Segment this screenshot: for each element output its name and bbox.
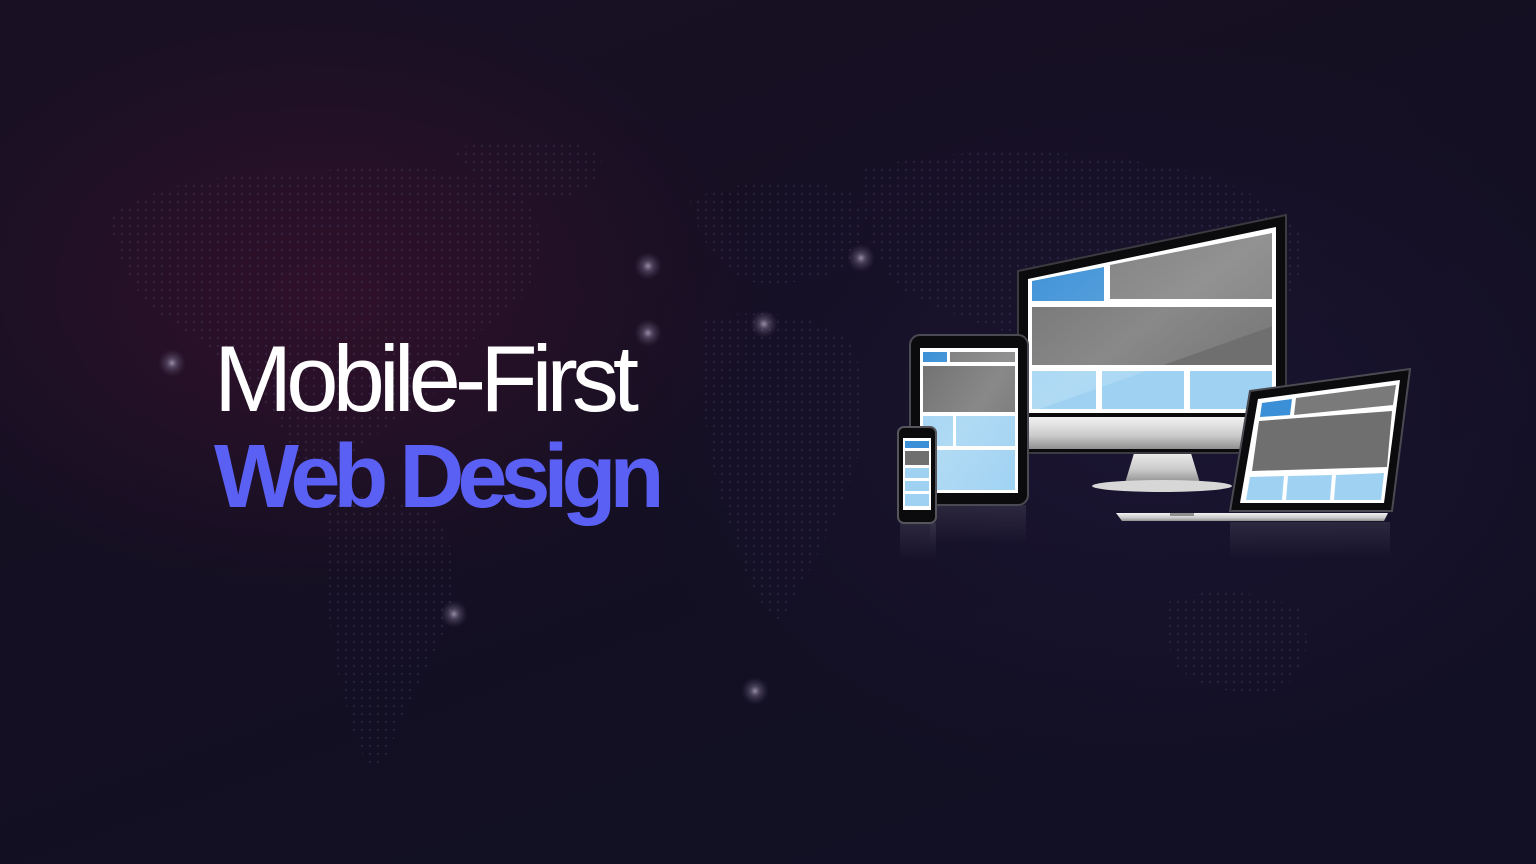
smartphone: [897, 426, 937, 524]
headline-line-1: Mobile-First: [214, 326, 639, 431]
headline: Mobile-First Web Design: [214, 326, 664, 527]
headline-line-2: Web Design: [214, 427, 664, 527]
responsive-devices-illustration: [897, 213, 1412, 561]
hero-banner: Mobile-First Web Design: [0, 0, 1536, 864]
